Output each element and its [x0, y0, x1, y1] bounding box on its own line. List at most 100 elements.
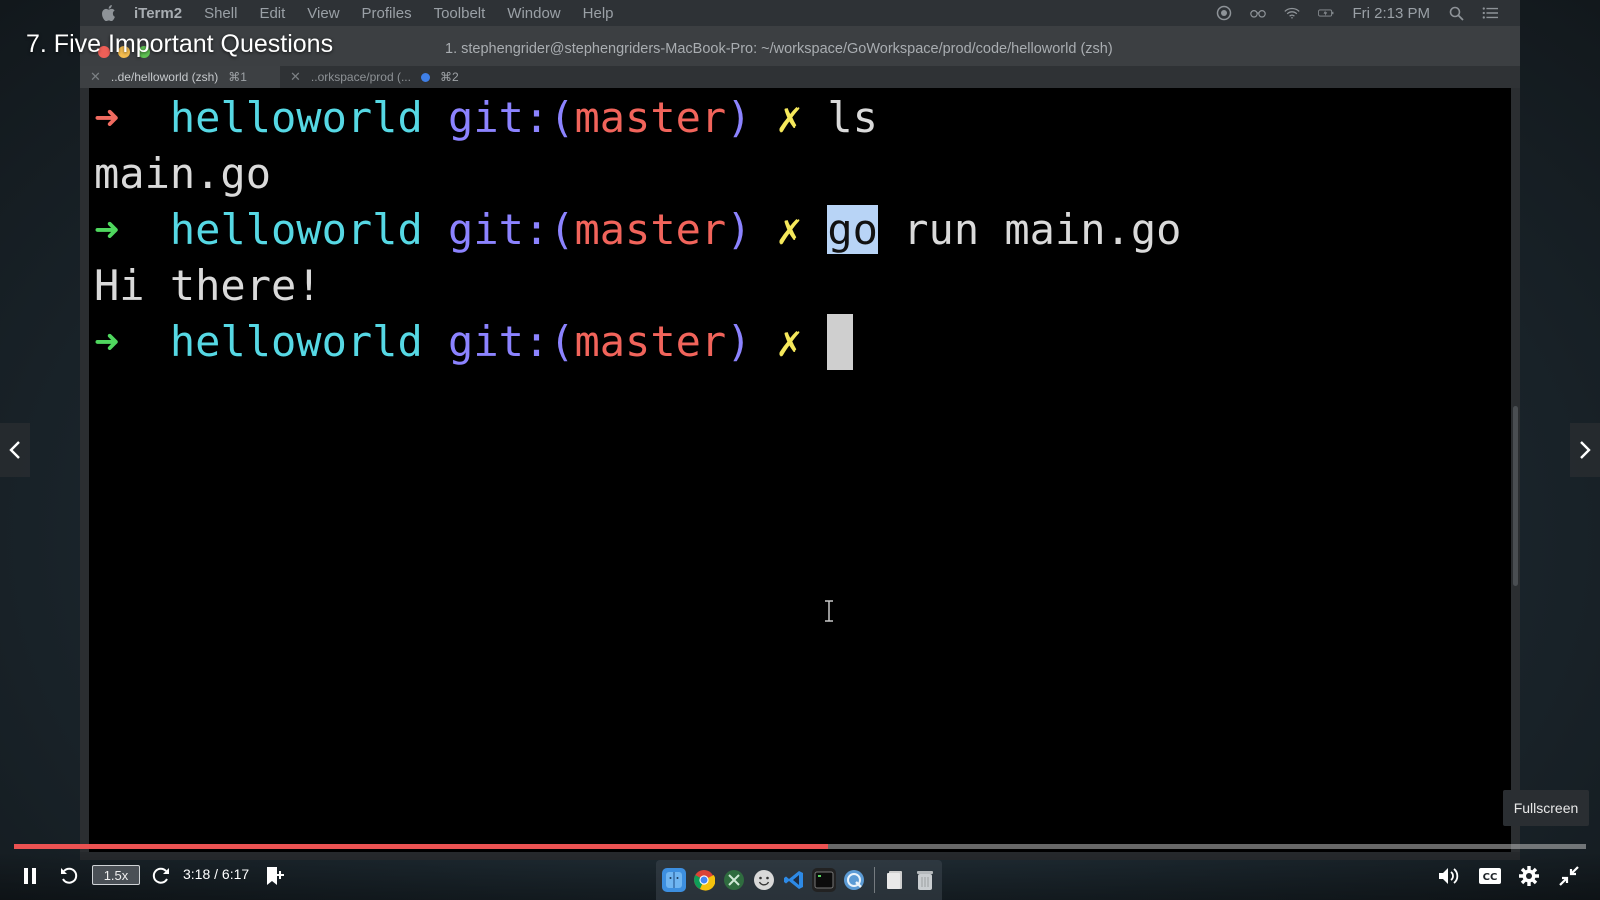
xcode-icon[interactable]: [722, 868, 746, 892]
lecture-title: 7. Five Important Questions: [26, 30, 334, 58]
git-prefix: git:(: [448, 317, 575, 366]
menu-app-name[interactable]: iTerm2: [134, 5, 182, 22]
record-icon[interactable]: [1216, 5, 1232, 21]
menu-shell[interactable]: Shell: [204, 5, 237, 22]
activity-dot-icon: [420, 72, 430, 82]
git-prefix: git:(: [448, 205, 575, 254]
playback-rate-button[interactable]: 1.5x: [92, 865, 140, 885]
notification-center-icon[interactable]: [1482, 6, 1498, 20]
previous-lecture-button[interactable]: [0, 423, 30, 477]
video-stage[interactable]: iTerm2 Shell Edit View Profiles Toolbelt…: [0, 0, 1600, 900]
close-tab-icon[interactable]: ✕: [90, 69, 101, 85]
add-bookmark-button[interactable]: [263, 864, 287, 888]
git-dirty-icon: ✗: [776, 93, 803, 142]
git-dirty-icon: ✗: [776, 317, 803, 366]
documents-icon[interactable]: [883, 868, 907, 892]
forward-button[interactable]: [150, 865, 172, 887]
menu-edit[interactable]: Edit: [259, 5, 285, 22]
prompt-dir: helloworld: [169, 93, 423, 142]
trash-icon[interactable]: [913, 868, 937, 892]
iterm-window: 1. stephengrider@stephengriders-MacBook-…: [80, 26, 1520, 860]
command-text: ls: [827, 93, 878, 142]
tab-label: ..orkspace/prod (...: [310, 70, 411, 84]
ibeam-cursor-icon: [825, 600, 833, 622]
tab-shortcut: ⌘1: [228, 70, 247, 84]
git-suffix: ): [726, 205, 752, 254]
gear-icon: [1519, 866, 1539, 886]
rewind-button[interactable]: [58, 865, 80, 887]
menu-toolbelt[interactable]: Toolbelt: [434, 5, 486, 22]
git-prefix: git:(: [448, 93, 575, 142]
git-suffix: ): [726, 317, 752, 366]
prompt-line-3: ➜ helloworld git:(master) ✗: [94, 314, 854, 370]
smiley-app-icon[interactable]: [752, 868, 776, 892]
tab-workspace-prod[interactable]: ✕ ..orkspace/prod (... ⌘2: [280, 66, 470, 88]
terminal-left-gutter: [80, 88, 89, 852]
menubar-clock[interactable]: Fri 2:13 PM: [1352, 5, 1430, 22]
exit-fullscreen-button[interactable]: [1557, 864, 1581, 888]
tab-bar: ✕ ..de/helloworld (zsh) ⌘1 ✕ ..orkspace/…: [80, 66, 1520, 88]
mac-menubar: iTerm2 Shell Edit View Profiles Toolbelt…: [80, 0, 1520, 26]
rewind-icon: [61, 867, 78, 884]
menu-help[interactable]: Help: [583, 5, 614, 22]
terminal-scrollbar[interactable]: [1513, 406, 1518, 586]
dock-separator: [874, 867, 875, 893]
settings-button[interactable]: [1517, 864, 1541, 888]
output-line-2: Hi there!: [94, 261, 322, 310]
fullscreen-tooltip: Fullscreen: [1503, 790, 1589, 826]
vscode-icon[interactable]: [782, 868, 806, 892]
volume-icon: [1439, 868, 1459, 884]
menu-view[interactable]: View: [307, 5, 339, 22]
tab-shortcut: ⌘2: [439, 70, 459, 84]
prompt-line-1: ➜ helloworld git:(master) ✗ ls: [94, 90, 878, 146]
volume-button[interactable]: [1437, 865, 1461, 887]
selected-text[interactable]: go: [827, 205, 878, 254]
menu-profiles[interactable]: Profiles: [362, 5, 412, 22]
chevron-right-icon: [1580, 441, 1591, 459]
spotlight-search-icon[interactable]: [1448, 6, 1464, 21]
prompt-arrow-icon: ➜: [94, 317, 120, 366]
time-display: 3:18 / 6:17: [183, 866, 250, 882]
prompt-dir: helloworld: [169, 205, 423, 254]
tab-label: ..de/helloworld (zsh): [110, 70, 219, 84]
terminal-output[interactable]: ➜ helloworld git:(master) ✗ ls main.go ➜…: [89, 88, 1511, 852]
prompt-line-2: ➜ helloworld git:(master) ✗ go run main.…: [94, 202, 1181, 258]
exit-fullscreen-icon: [1559, 866, 1579, 886]
glasses-icon[interactable]: [1250, 6, 1267, 20]
menubar-tray: Fri 2:13 PM: [1216, 5, 1498, 22]
bookmark-add-icon: [267, 867, 284, 885]
progress-fill: [14, 844, 829, 849]
progress-bar[interactable]: [14, 844, 1586, 849]
battery-icon[interactable]: [1318, 6, 1334, 20]
svg-text:CC: CC: [1483, 872, 1498, 883]
window-title: 1. stephengrider@stephengriders-MacBook-…: [445, 41, 1113, 57]
git-dirty-icon: ✗: [776, 205, 803, 254]
output-line-1: main.go: [94, 149, 272, 198]
apple-icon[interactable]: [102, 5, 116, 21]
iterm-icon[interactable]: [812, 868, 836, 892]
mac-dock: [656, 860, 942, 900]
pause-button[interactable]: [20, 866, 40, 886]
forward-icon: [152, 867, 169, 884]
next-lecture-button[interactable]: [1570, 423, 1600, 477]
prompt-dir: helloworld: [169, 317, 423, 366]
prompt-arrow-icon: ➜: [94, 93, 120, 142]
tab-helloworld[interactable]: ✕ ..de/helloworld (zsh) ⌘1: [80, 66, 280, 88]
git-branch: master: [574, 93, 727, 142]
command-text: run main.go: [877, 205, 1182, 254]
chrome-icon[interactable]: [692, 868, 716, 892]
git-branch: master: [574, 205, 727, 254]
app-store-icon[interactable]: [842, 868, 866, 892]
captions-button[interactable]: CC: [1477, 866, 1503, 886]
prompt-arrow-icon: ➜: [94, 205, 120, 254]
pause-icon: [24, 868, 36, 884]
git-branch: master: [574, 317, 727, 366]
close-tab-icon[interactable]: ✕: [290, 69, 301, 85]
closed-captions-icon: CC: [1479, 868, 1501, 884]
finder-icon[interactable]: [662, 868, 686, 892]
text-cursor: [827, 314, 854, 370]
git-suffix: ): [726, 93, 752, 142]
chevron-left-icon: [9, 441, 20, 459]
wifi-icon[interactable]: [1284, 6, 1301, 20]
menu-window[interactable]: Window: [507, 5, 560, 22]
